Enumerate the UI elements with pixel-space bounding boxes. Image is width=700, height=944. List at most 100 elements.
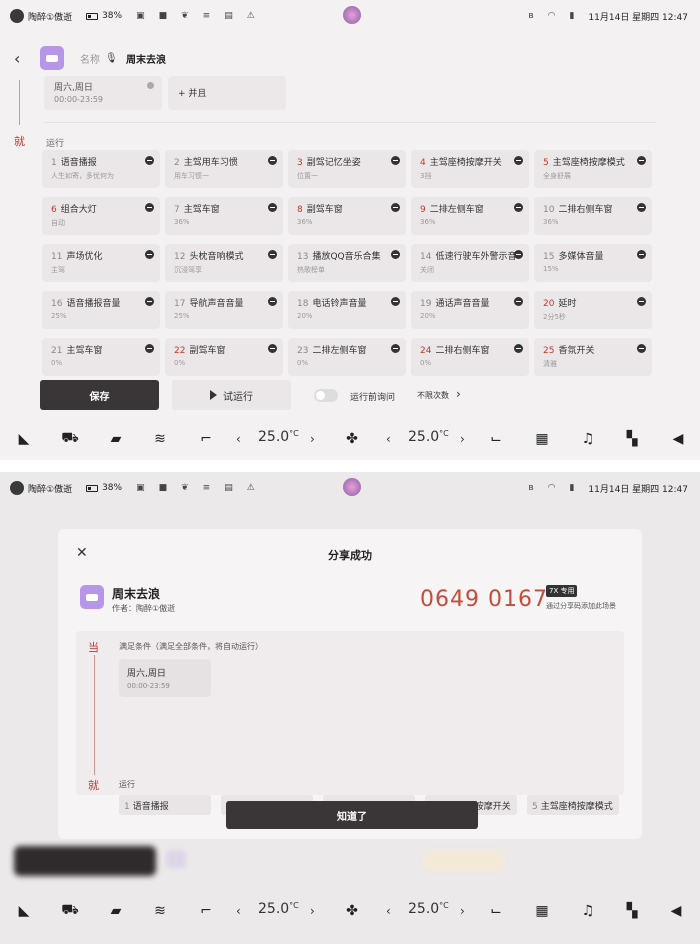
action-card[interactable]: 20 延时 2分5秒 [534,291,652,329]
save-button[interactable]: 保存 [40,380,159,410]
rear-defrost-icon[interactable]: ▦ [532,903,552,919]
apps-icon[interactable]: ▚ [622,903,642,919]
action-card[interactable]: 4 主驾座椅按摩开关 3挡 [411,150,529,188]
defrost-icon[interactable]: ≋ [150,903,170,919]
action-card[interactable]: 10 二排右侧车窗 36% [534,197,652,235]
back-icon[interactable]: ‹ [14,49,20,68]
remove-action-icon[interactable] [145,297,154,306]
remove-condition-icon[interactable] [147,82,154,89]
remove-action-icon[interactable] [391,297,400,306]
car-icon[interactable]: ⛟ [60,902,80,920]
car-icon[interactable]: ⛟ [60,430,80,448]
temp-right-up-icon[interactable]: › [460,904,465,918]
remove-action-icon[interactable] [268,203,277,212]
remove-action-icon[interactable] [268,297,277,306]
assistant-logo-icon[interactable] [343,478,361,496]
home-icon[interactable]: ◣ [14,903,34,919]
seat-icon[interactable]: ⌐ [196,431,216,447]
run-limit-label[interactable]: 不限次数 [417,390,449,401]
remove-action-icon[interactable] [514,203,523,212]
remove-action-icon[interactable] [145,344,154,353]
action-card[interactable]: 8 副驾车窗 36% [288,197,406,235]
action-card[interactable]: 6 组合大灯 自动 [42,197,160,235]
action-card[interactable]: 7 主驾车窗 36% [165,197,283,235]
temp-right-down-icon[interactable]: ‹ [386,904,391,918]
temp-right-up-icon[interactable]: › [460,432,465,446]
temp-left-down-icon[interactable]: ‹ [236,904,241,918]
remove-action-icon[interactable] [637,203,646,212]
volume-icon[interactable]: ◀ [668,431,688,447]
passenger-seat-icon[interactable]: ⌙ [486,903,506,919]
remove-action-icon[interactable] [514,156,523,165]
action-card[interactable]: 23 二排左侧车窗 0% [288,338,406,376]
remove-action-icon[interactable] [391,203,400,212]
action-card[interactable]: 22 副驾车窗 0% [165,338,283,376]
condition-card[interactable]: 周六,周日 00:00-23:59 [44,76,162,110]
action-card[interactable]: 9 二排左侧车窗 36% [411,197,529,235]
remove-action-icon[interactable] [391,156,400,165]
remove-action-icon[interactable] [637,156,646,165]
camera-360-icon[interactable]: ▰ [106,431,126,447]
assistant-logo-icon[interactable] [343,6,361,24]
action-card[interactable]: 5 主驾座椅按摩模式 全身舒展 [534,150,652,188]
remove-action-icon[interactable] [637,344,646,353]
action-card[interactable]: 3 副驾记忆坐姿 位置一 [288,150,406,188]
action-card[interactable]: 15 多媒体音量 15% [534,244,652,282]
remove-action-icon[interactable] [391,250,400,259]
action-value: 位置一 [297,172,318,180]
action-card[interactable]: 16 语音播报音量 25% [42,291,160,329]
action-card[interactable]: 1 语音播报 人生如寄，多忧何为 [42,150,160,188]
add-and-condition-button[interactable]: + 并且 [168,76,286,110]
remove-action-icon[interactable] [268,156,277,165]
action-card[interactable]: 12 头枕音响模式 沉浸驾享 [165,244,283,282]
action-card[interactable]: 19 通话声音音量 20% [411,291,529,329]
ask-before-run-toggle[interactable] [314,389,338,402]
action-card[interactable]: 18 电话铃声音量 20% [288,291,406,329]
fan-icon[interactable]: ✤ [342,431,362,447]
user-profile[interactable]: 陶醉①傲逝 [10,9,72,23]
temp-left-down-icon[interactable]: ‹ [236,432,241,446]
volume-icon[interactable]: ◀ [666,903,686,919]
test-run-button[interactable]: 试运行 [172,380,291,410]
got-it-button[interactable]: 知道了 [226,801,478,829]
chevron-right-icon[interactable]: › [456,387,461,401]
seat-icon[interactable]: ⌐ [196,903,216,919]
remove-action-icon[interactable] [637,250,646,259]
music-icon[interactable]: ♫ [578,903,598,919]
microphone-icon[interactable]: 🎙 [105,53,118,64]
scene-name-input[interactable]: 周末去浪 [126,51,166,66]
remove-action-icon[interactable] [391,344,400,353]
home-icon[interactable]: ◣ [14,431,34,447]
temp-left-up-icon[interactable]: › [310,432,315,446]
remove-action-icon[interactable] [514,250,523,259]
temp-left-up-icon[interactable]: › [310,904,315,918]
fan-icon[interactable]: ✤ [342,903,362,919]
apps-icon[interactable]: ▚ [622,431,642,447]
remove-action-icon[interactable] [145,156,154,165]
remove-action-icon[interactable] [145,250,154,259]
scene-car-icon[interactable] [40,46,64,70]
remove-action-icon[interactable] [145,203,154,212]
action-card[interactable]: 14 低速行驶车外警示音 关闭 [411,244,529,282]
action-card[interactable]: 2 主驾用车习惯 用车习惯一 [165,150,283,188]
action-name: 香氛开关 [558,346,595,356]
remove-action-icon[interactable] [514,297,523,306]
action-card[interactable]: 25 香氛开关 清雅 [534,338,652,376]
remove-action-icon[interactable] [637,297,646,306]
camera-360-icon[interactable]: ▰ [106,903,126,919]
passenger-seat-icon[interactable]: ⌙ [486,431,506,447]
rear-defrost-icon[interactable]: ▦ [532,431,552,447]
remove-action-icon[interactable] [514,344,523,353]
action-card[interactable]: 13 播放QQ音乐合集 热歌榜单 [288,244,406,282]
temp-right-down-icon[interactable]: ‹ [386,432,391,446]
action-card[interactable]: 21 主驾车窗 0% [42,338,160,376]
user-profile[interactable]: 陶醉①傲逝 [10,481,72,495]
music-icon[interactable]: ♫ [578,431,598,447]
remove-action-icon[interactable] [268,344,277,353]
action-card[interactable]: 17 导航声音音量 25% [165,291,283,329]
action-card[interactable]: 24 二排右侧车窗 0% [411,338,529,376]
remove-action-icon[interactable] [268,250,277,259]
action-card[interactable]: 11 声场优化 主驾 [42,244,160,282]
defrost-icon[interactable]: ≋ [150,431,170,447]
action-value: 热歌榜单 [297,266,325,274]
